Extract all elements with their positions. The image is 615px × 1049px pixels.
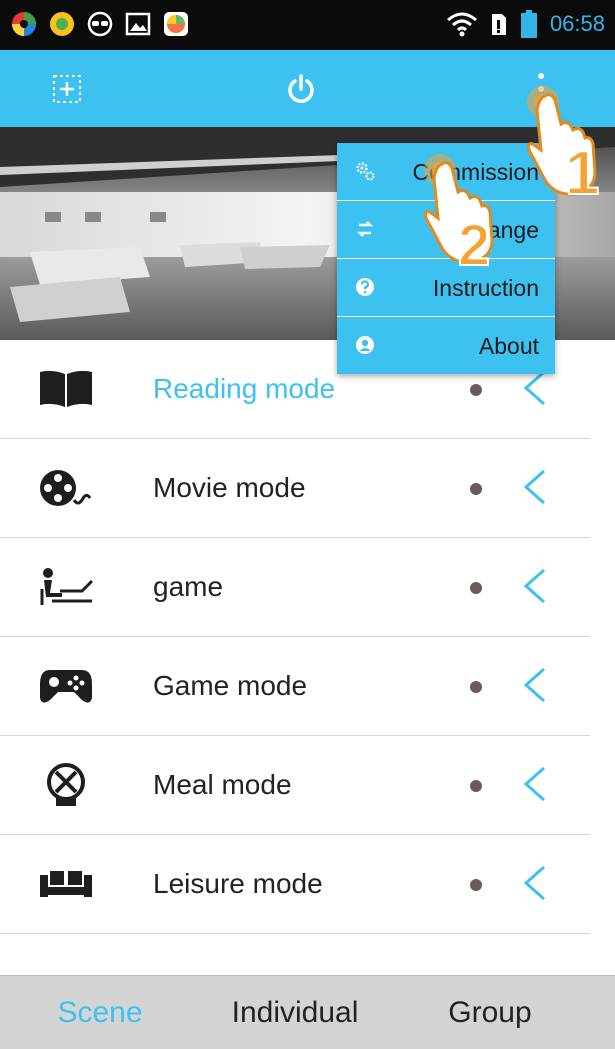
- chevron-left-icon[interactable]: [520, 764, 548, 804]
- chevron-left-icon[interactable]: [520, 566, 548, 606]
- add-scene-button[interactable]: [28, 50, 105, 127]
- scene-row-meal[interactable]: Meal mode: [0, 736, 590, 835]
- sim-icon: [491, 14, 506, 35]
- status-bar: 06:58: [0, 0, 615, 50]
- gamepad-icon: [38, 661, 94, 711]
- add-box-icon: [52, 74, 81, 103]
- sofa-icon: [38, 859, 94, 909]
- status-dot: [470, 483, 482, 495]
- scene-row-game[interactable]: game: [0, 538, 590, 637]
- scene-row-leisure[interactable]: Leisure mode: [0, 835, 590, 934]
- scene-row-game-mode[interactable]: Game mode: [0, 637, 590, 736]
- scene-label: Meal mode: [153, 769, 292, 800]
- scene-label: Reading mode: [153, 373, 336, 404]
- menu-item-about[interactable]: About: [337, 317, 555, 374]
- wifi-icon: [446, 12, 477, 37]
- status-dot: [470, 582, 482, 594]
- status-dot: [470, 384, 482, 396]
- notification-icons: [10, 10, 190, 38]
- bottom-tab-bar: Scene Individual Group: [0, 975, 615, 1049]
- power-button[interactable]: [262, 50, 339, 127]
- battery-icon: [520, 10, 537, 38]
- meal-icon: [38, 760, 94, 810]
- status-dot: [470, 681, 482, 693]
- status-time: 06:58: [549, 11, 605, 36]
- tap-hand-2-icon: [424, 154, 494, 264]
- goggles-icon: [86, 10, 114, 38]
- book-icon: [38, 364, 94, 414]
- image-icon: [124, 10, 152, 38]
- chevron-left-icon[interactable]: [520, 665, 548, 705]
- chevron-left-icon[interactable]: [520, 863, 548, 903]
- menu-item-label: Instruction: [432, 275, 539, 301]
- status-dot: [470, 879, 482, 891]
- green-app-icon: [48, 10, 76, 38]
- power-icon: [287, 73, 314, 103]
- photos-icon: [162, 10, 190, 38]
- color-app-icon: [10, 10, 38, 38]
- tab-scene[interactable]: Scene: [40, 976, 160, 1049]
- chevron-left-icon[interactable]: [520, 467, 548, 507]
- help-icon: [356, 278, 374, 296]
- scene-label: game: [153, 571, 224, 602]
- annotation-number-1: 1: [564, 138, 601, 209]
- tab-individual[interactable]: Individual: [210, 976, 380, 1049]
- scene-row-movie[interactable]: Movie mode: [0, 439, 590, 538]
- film-reel-icon: [38, 463, 94, 513]
- swap-arrows-icon: [356, 221, 374, 237]
- about-icon: [356, 336, 374, 354]
- scene-label: Game mode: [153, 670, 308, 701]
- scene-label: Movie mode: [153, 472, 306, 503]
- status-dot: [470, 780, 482, 792]
- annotation-number-2: 2: [457, 212, 491, 279]
- menu-item-label: About: [478, 333, 539, 359]
- chevron-left-icon[interactable]: [520, 368, 548, 408]
- settings-gears-icon: [356, 162, 375, 181]
- lounger-icon: [38, 562, 94, 612]
- system-indicators: 06:58: [446, 10, 605, 38]
- scene-label: Leisure mode: [153, 868, 323, 899]
- scene-list: Reading mode Movie mode game Game mode M…: [0, 340, 615, 1032]
- tab-group[interactable]: Group: [430, 976, 550, 1049]
